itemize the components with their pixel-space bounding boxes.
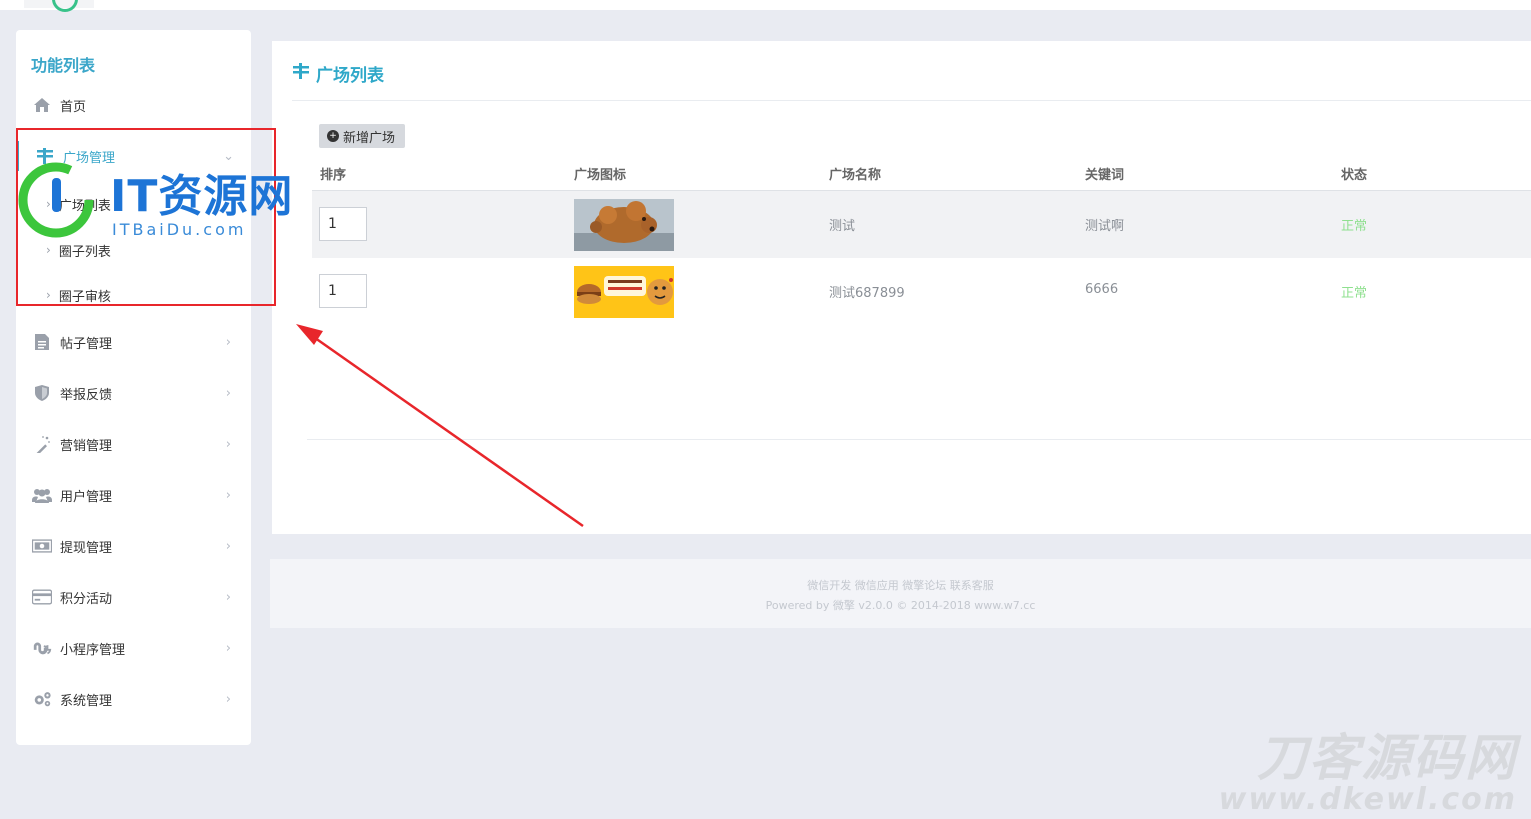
watermark-it-resource: IT资源网 ITBaiDu.com <box>14 158 344 248</box>
watermark-dkewl: 刀客源码网 www.dkewl.com <box>1219 718 1517 817</box>
watermark-subtitle: www.dkewl.com <box>1218 782 1517 817</box>
watermark-subtitle: ITBaiDu.com <box>112 220 247 239</box>
watermark-title: 刀客源码网 <box>1257 729 1517 787</box>
watermark-logo-icon <box>18 162 94 238</box>
watermark-title: IT资源网 <box>110 171 294 222</box>
annotation-arrow <box>296 324 584 528</box>
